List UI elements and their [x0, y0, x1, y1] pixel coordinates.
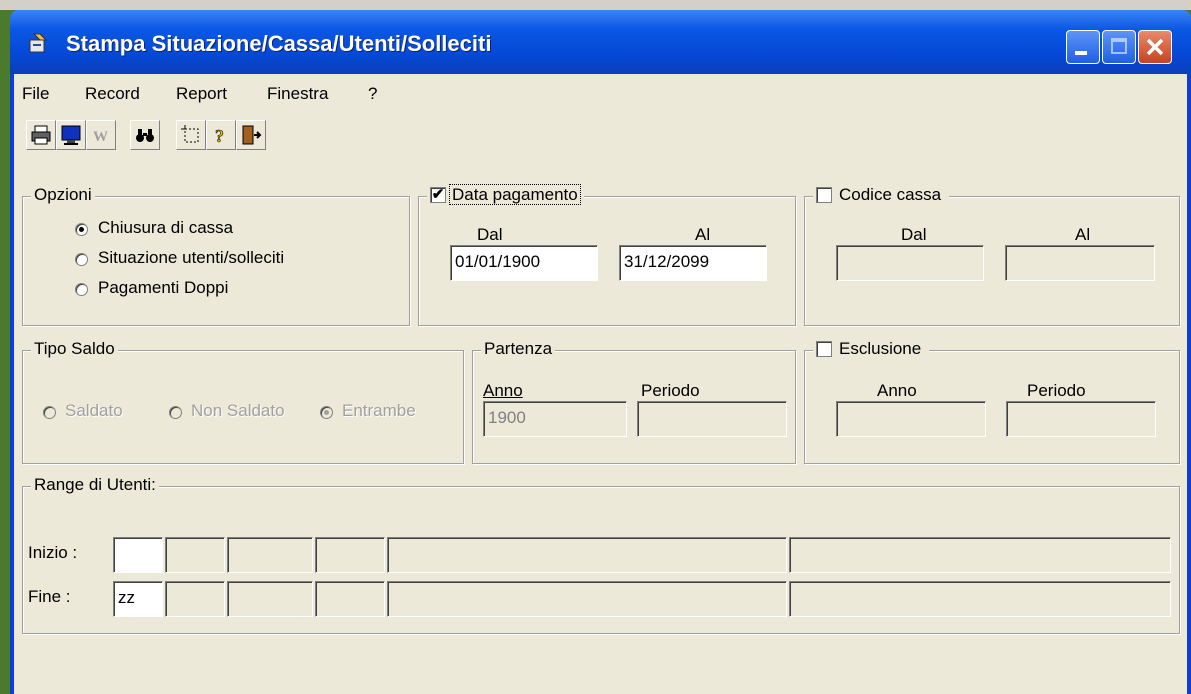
tipo-saldo-group: Tipo Saldo Saldato Non Saldato Entrambe	[22, 339, 464, 464]
menu-record[interactable]: Record	[85, 84, 140, 104]
maximize-icon	[1111, 38, 1127, 54]
fine-field-3[interactable]	[227, 581, 313, 617]
maximize-button[interactable]	[1102, 30, 1136, 64]
menu-help[interactable]: ?	[368, 84, 377, 104]
print-button[interactable]	[26, 120, 56, 150]
word-export-button[interactable]: W	[86, 120, 116, 150]
fine-field-6[interactable]	[789, 581, 1171, 617]
data-pagamento-group: ✔ Data pagamento Dal Al 01/01/1900 31/12…	[418, 184, 796, 326]
esclusione-periodo-input[interactable]	[1006, 401, 1156, 437]
menu-report[interactable]: Report	[176, 84, 227, 104]
opzioni-group: Opzioni Chiusura di cassa Situazione ute…	[22, 185, 410, 326]
esclusione-checkbox[interactable]	[816, 341, 832, 357]
binoculars-icon	[136, 129, 154, 142]
menu-file[interactable]: File	[22, 84, 49, 104]
select-area-icon	[181, 125, 199, 143]
situazione-utenti-label[interactable]: Situazione utenti/solleciti	[98, 248, 284, 268]
data-pagamento-al-label: Al	[695, 225, 711, 244]
inizio-field-1[interactable]	[113, 537, 163, 573]
esclusione-periodo-label: Periodo	[1027, 381, 1086, 400]
entrambe-radio[interactable]	[320, 406, 333, 419]
monitor-icon	[61, 125, 81, 145]
saldato-label[interactable]: Saldato	[65, 401, 123, 421]
esclusione-label[interactable]: Esclusione	[839, 339, 921, 358]
word-icon: W	[93, 129, 108, 145]
app-window: Stampa Situazione/Cassa/Utenti/Solleciti…	[10, 10, 1191, 694]
pagamenti-doppi-radio[interactable]	[75, 283, 88, 296]
fine-field-2[interactable]	[165, 581, 225, 617]
non-saldato-label[interactable]: Non Saldato	[191, 401, 285, 421]
partenza-periodo-label: Periodo	[641, 381, 700, 400]
close-button[interactable]	[1138, 30, 1172, 64]
esclusione-anno-input[interactable]	[836, 401, 986, 437]
codice-cassa-group: Codice cassa Dal Al	[804, 185, 1180, 326]
help-icon: ?	[215, 126, 225, 146]
partenza-group: Partenza Anno Periodo 1900	[472, 339, 796, 464]
minimize-button[interactable]	[1066, 30, 1100, 64]
data-pagamento-dal-label: Dal	[477, 225, 503, 244]
preview-button[interactable]	[56, 120, 86, 150]
select-area-button[interactable]	[176, 120, 206, 150]
svg-text:?: ?	[215, 126, 224, 146]
menu-finestra[interactable]: Finestra	[267, 84, 328, 104]
range-utenti-group: Range di Utenti: Inizio : Fine : zz	[22, 475, 1180, 634]
chiusura-cassa-label[interactable]: Chiusura di cassa	[98, 218, 233, 238]
inizio-field-3[interactable]	[227, 537, 313, 573]
fine-field-5[interactable]	[387, 581, 787, 617]
inizio-field-5[interactable]	[387, 537, 787, 573]
app-icon	[29, 33, 48, 53]
title-bar[interactable]: Stampa Situazione/Cassa/Utenti/Solleciti	[10, 10, 1191, 74]
exit-door-icon	[242, 125, 262, 145]
minimize-icon	[1075, 51, 1087, 55]
desktop-strip	[0, 0, 1191, 10]
window-title: Stampa Situazione/Cassa/Utenti/Solleciti	[66, 31, 492, 56]
inizio-field-4[interactable]	[315, 537, 385, 573]
partenza-anno-input[interactable]: 1900	[483, 401, 627, 437]
data-pagamento-label[interactable]: Data pagamento	[449, 184, 581, 205]
codice-cassa-al-input[interactable]	[1005, 245, 1155, 281]
fine-label: Fine :	[28, 587, 71, 606]
data-pagamento-al-input[interactable]: 31/12/2099	[619, 245, 767, 281]
data-pagamento-checkbox[interactable]: ✔	[430, 187, 446, 203]
fine-field-1[interactable]: zz	[113, 581, 163, 617]
situazione-utenti-radio[interactable]	[75, 253, 88, 266]
partenza-periodo-input[interactable]	[637, 401, 787, 437]
opzioni-legend: Opzioni	[31, 185, 95, 205]
data-pagamento-dal-input[interactable]: 01/01/1900	[450, 245, 598, 281]
codice-cassa-label[interactable]: Codice cassa	[839, 185, 941, 204]
data-pagamento-legend: ✔ Data pagamento	[427, 184, 584, 205]
chiusura-cassa-radio[interactable]	[75, 223, 88, 236]
partenza-anno-label: Anno	[483, 381, 523, 400]
esclusione-group: Esclusione Anno Periodo	[804, 339, 1180, 464]
fine-field-4[interactable]	[315, 581, 385, 617]
search-button[interactable]	[130, 120, 160, 150]
codice-cassa-legend: Codice cassa	[813, 185, 950, 205]
codice-cassa-checkbox[interactable]	[816, 187, 832, 203]
range-utenti-legend: Range di Utenti:	[31, 475, 159, 495]
esclusione-anno-label: Anno	[877, 381, 917, 400]
non-saldato-radio[interactable]	[169, 406, 182, 419]
help-button[interactable]: ?	[206, 120, 236, 150]
esclusione-legend: Esclusione	[813, 339, 930, 359]
inizio-field-2[interactable]	[165, 537, 225, 573]
inizio-field-6[interactable]	[789, 537, 1171, 573]
codice-cassa-dal-input[interactable]	[836, 245, 984, 281]
codice-cassa-dal-label: Dal	[901, 225, 927, 244]
svg-text:W: W	[93, 129, 108, 145]
exit-button[interactable]	[236, 120, 266, 150]
pagamenti-doppi-label[interactable]: Pagamenti Doppi	[98, 278, 228, 298]
saldato-radio[interactable]	[43, 406, 56, 419]
client-area: File Record Report Finestra ? W ? Opzion…	[14, 74, 1187, 694]
inizio-label: Inizio :	[28, 543, 78, 562]
tipo-saldo-legend: Tipo Saldo	[31, 339, 118, 359]
close-icon	[1146, 38, 1164, 56]
entrambe-label[interactable]: Entrambe	[342, 401, 416, 421]
printer-icon	[31, 125, 51, 145]
codice-cassa-al-label: Al	[1075, 225, 1091, 244]
partenza-legend: Partenza	[481, 339, 556, 359]
